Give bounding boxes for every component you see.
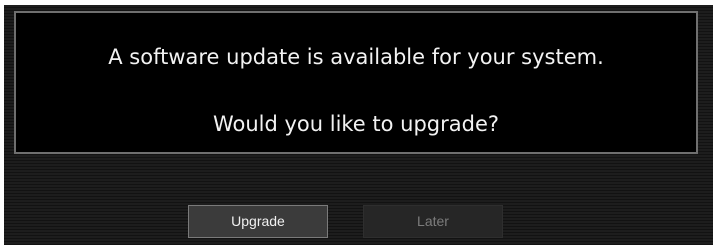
upgrade-button[interactable]: Upgrade (188, 205, 328, 238)
update-available-message: A software update is available for your … (108, 45, 604, 69)
later-button[interactable]: Later (363, 205, 503, 238)
button-bar: Upgrade Later (4, 205, 713, 238)
upgrade-prompt: Would you like to upgrade? (212, 112, 500, 136)
update-screen: A software update is available for your … (4, 5, 713, 245)
update-dialog: A software update is available for your … (14, 11, 698, 154)
